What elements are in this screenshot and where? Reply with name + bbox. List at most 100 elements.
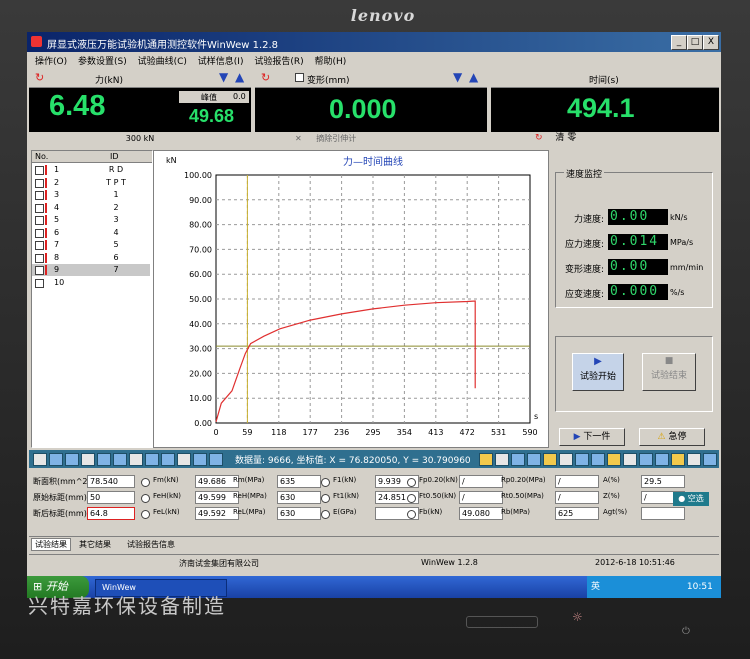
report-icon[interactable] <box>639 453 653 466</box>
zoom-icon[interactable] <box>161 453 175 466</box>
list-item[interactable]: 53 <box>32 214 150 226</box>
emergency-stop-button[interactable]: ⚠ 急停 <box>639 428 705 446</box>
row-checkbox[interactable] <box>35 266 44 275</box>
row-checkbox[interactable] <box>35 178 44 188</box>
result-field[interactable]: 625 <box>555 507 599 520</box>
next-sample-button[interactable]: ▶ 下一件 <box>559 428 625 446</box>
menu-operate[interactable]: 操作(O) <box>35 54 67 67</box>
deform-up-icon[interactable]: ▲ <box>469 70 478 84</box>
calc-icon[interactable] <box>623 453 637 466</box>
row-checkbox[interactable] <box>35 241 44 250</box>
box-icon[interactable] <box>671 453 685 466</box>
print-icon[interactable] <box>65 453 79 466</box>
result-radio[interactable] <box>321 478 330 487</box>
row-checkbox[interactable] <box>35 166 44 175</box>
result-field[interactable]: 29.5 <box>641 475 685 488</box>
chart-icon[interactable] <box>543 453 557 466</box>
export-icon[interactable] <box>81 453 95 466</box>
info-icon[interactable] <box>687 453 701 466</box>
row-checkbox[interactable] <box>35 216 44 225</box>
gauge-icon[interactable] <box>495 453 509 466</box>
result-radio[interactable] <box>407 494 416 503</box>
list-item[interactable]: 97 <box>32 264 150 276</box>
list-item[interactable]: 64 <box>32 227 150 239</box>
forward-icon[interactable] <box>113 453 127 466</box>
menu-sample[interactable]: 试样信息(I) <box>198 54 244 67</box>
force-down-icon[interactable]: ▼ <box>219 70 228 84</box>
row-checkbox[interactable] <box>35 228 44 238</box>
grid-icon[interactable] <box>209 453 223 466</box>
result-radio[interactable] <box>321 494 330 503</box>
list-item[interactable]: 86 <box>32 252 150 264</box>
result-field[interactable]: 630 <box>277 507 321 520</box>
remove-extensometer-button[interactable]: ✕ 摘除引伸计 <box>255 132 487 145</box>
back-icon[interactable] <box>97 453 111 466</box>
list-item[interactable]: 42 <box>32 202 150 214</box>
result-field[interactable]: / <box>555 475 599 488</box>
result-radio[interactable] <box>321 510 330 519</box>
lu-field[interactable]: 64.8 <box>87 507 135 520</box>
clear-time-button[interactable]: ↻ 清 零 <box>491 132 719 145</box>
row-checkbox[interactable] <box>35 278 44 288</box>
ruler-icon[interactable] <box>607 453 621 466</box>
menu-report[interactable]: 试验报告(R) <box>254 54 303 67</box>
tab-other[interactable]: 其它结果 <box>79 539 111 550</box>
app-icon <box>31 36 42 47</box>
result-radio[interactable] <box>141 494 150 503</box>
copy-icon[interactable] <box>527 453 541 466</box>
save-icon[interactable] <box>33 453 47 466</box>
force-up-icon[interactable]: ▲ <box>235 70 244 84</box>
menu-curve[interactable]: 试验曲线(C) <box>138 54 187 67</box>
ime-indicator[interactable]: 英 <box>591 582 600 592</box>
row-checkbox[interactable] <box>35 191 44 200</box>
list-item[interactable]: 10 <box>32 277 150 289</box>
result-radio[interactable] <box>141 478 150 487</box>
tab-results[interactable]: 试验结果 <box>31 538 71 551</box>
result-radio[interactable] <box>407 510 416 519</box>
list-item[interactable]: 31 <box>32 189 150 201</box>
result-field[interactable]: / <box>555 491 599 504</box>
filter-icon[interactable] <box>655 453 669 466</box>
list-item[interactable]: 1 R D <box>32 164 150 176</box>
blank-select-button[interactable]: ● 空选 <box>673 492 709 506</box>
speed-row-label: 应力速度: <box>564 240 604 250</box>
result-field[interactable]: / <box>459 491 503 504</box>
list-item[interactable]: 2 T P T <box>32 177 150 189</box>
pencil-icon[interactable] <box>559 453 573 466</box>
list-item[interactable]: 75 <box>32 239 150 251</box>
end-test-button[interactable]: ■ 试验结束 <box>642 353 696 391</box>
curve-icon[interactable] <box>479 453 493 466</box>
maximize-button[interactable]: □ <box>687 35 703 50</box>
up-icon[interactable] <box>129 453 143 466</box>
eraser-icon[interactable] <box>591 453 605 466</box>
reset-deform-icon[interactable]: ↻ <box>261 71 270 84</box>
down-icon[interactable] <box>145 453 159 466</box>
minimize-button[interactable]: _ <box>671 35 687 50</box>
tab-report-info[interactable]: 试验报告信息 <box>127 539 175 550</box>
area-field[interactable]: 78.540 <box>87 475 135 488</box>
flag-icon[interactable] <box>575 453 589 466</box>
list-icon[interactable] <box>193 453 207 466</box>
result-radio[interactable] <box>407 478 416 487</box>
menu-help[interactable]: 帮助(H) <box>315 54 347 67</box>
menu-params[interactable]: 参数设置(S) <box>78 54 127 67</box>
result-field[interactable]: 635 <box>277 475 321 488</box>
close-button[interactable]: X <box>703 35 719 50</box>
deform-down-icon[interactable]: ▼ <box>453 70 462 84</box>
exit-icon[interactable] <box>703 453 717 466</box>
start-test-button[interactable]: ▶ 试验开始 <box>572 353 624 391</box>
l0-field[interactable]: 50 <box>87 491 135 504</box>
target-icon[interactable] <box>511 453 525 466</box>
result-field[interactable]: 630 <box>277 491 321 504</box>
result-radio[interactable] <box>141 510 150 519</box>
open-icon[interactable] <box>49 453 63 466</box>
row-checkbox[interactable] <box>35 253 44 263</box>
deform-checkbox[interactable] <box>295 73 304 83</box>
result-field[interactable]: 49.080 <box>459 507 503 520</box>
reset-force-icon[interactable]: ↻ <box>35 71 44 84</box>
time-label: 时间(s) <box>589 76 619 86</box>
pan-icon[interactable] <box>177 453 191 466</box>
result-field[interactable]: / <box>459 475 503 488</box>
result-field[interactable] <box>641 507 685 520</box>
row-checkbox[interactable] <box>35 203 44 213</box>
